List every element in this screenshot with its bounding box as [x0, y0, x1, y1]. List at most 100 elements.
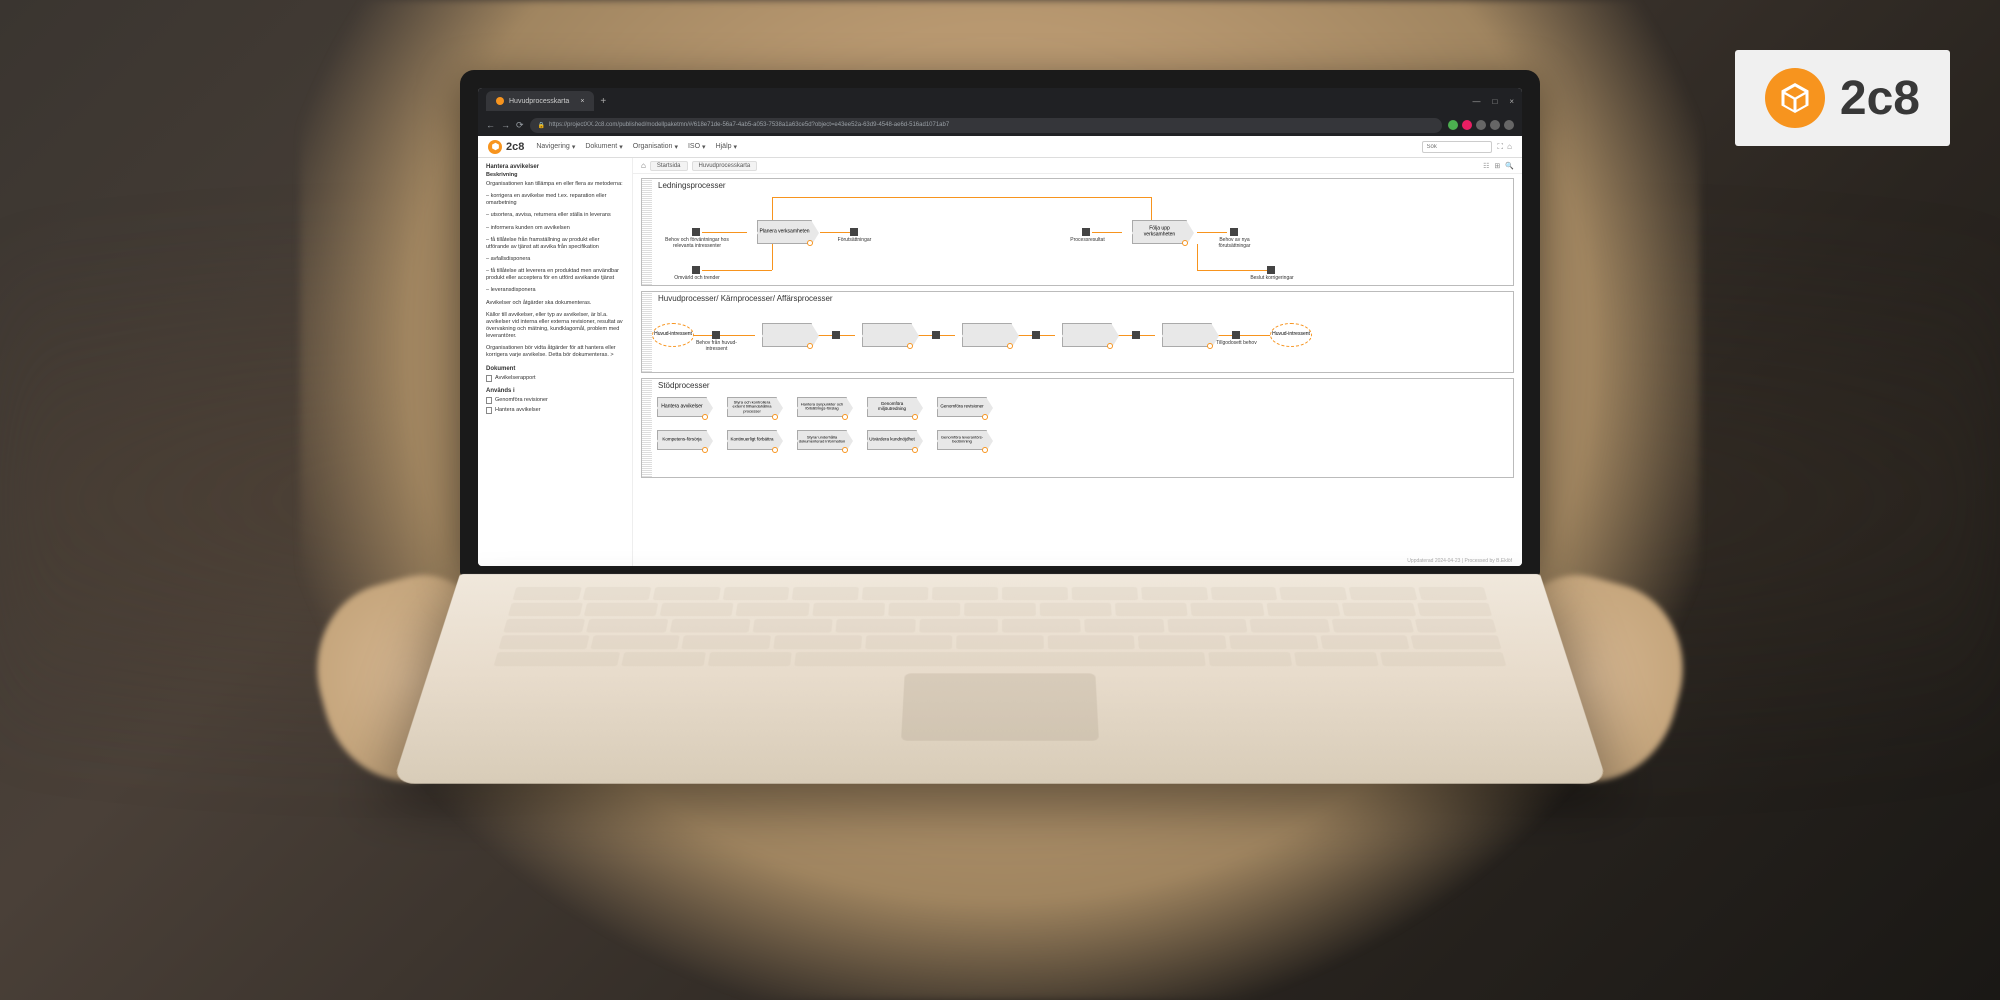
drill-down-icon[interactable]: [702, 414, 708, 420]
process-chevron[interactable]: Utvärdera kundnöjdhet: [867, 430, 917, 450]
node-label: Beslut korrigeringar: [1247, 276, 1297, 282]
app-logo[interactable]: 2c8: [488, 140, 524, 154]
input-node[interactable]: [692, 266, 700, 274]
window-maximize-icon[interactable]: □: [1492, 97, 1497, 106]
process-chevron[interactable]: Planera verksamheten: [757, 220, 812, 244]
search-input[interactable]: [1422, 141, 1492, 153]
nav-reload-icon[interactable]: ⟳: [516, 120, 524, 131]
tool-icon[interactable]: ⊞: [1494, 162, 1500, 170]
nav-back-icon[interactable]: ←: [486, 120, 495, 131]
input-node[interactable]: [1082, 228, 1090, 236]
drill-down-icon[interactable]: [982, 414, 988, 420]
drill-down-icon[interactable]: [807, 343, 813, 349]
drill-down-icon[interactable]: [842, 447, 848, 453]
drill-down-icon[interactable]: [1207, 343, 1213, 349]
process-chevron[interactable]: Kontinuerligt förbättra: [727, 430, 777, 450]
tab-close-icon[interactable]: ×: [580, 98, 584, 105]
home-icon[interactable]: ⌂: [1507, 142, 1512, 152]
process-chevron[interactable]: Styra och kontrollera externt tillhandah…: [727, 397, 777, 417]
node-label: Behov och förväntningar hos relevanta in…: [662, 238, 732, 249]
process-chevron[interactable]: Genomföra leverantörs-bedömning: [937, 430, 987, 450]
input-node[interactable]: [712, 331, 720, 339]
process-chevron[interactable]: Styra/ underhålla dokumenterad informati…: [797, 430, 847, 450]
breadcrumb-item[interactable]: Huvudprocesskarta: [692, 161, 758, 171]
nav-forward-icon[interactable]: →: [501, 120, 510, 131]
ext-icon[interactable]: [1476, 120, 1486, 130]
section-handle-icon[interactable]: [642, 292, 652, 372]
output-node[interactable]: [850, 228, 858, 236]
node-label: Förutsättningar: [827, 238, 882, 244]
nav-dokument[interactable]: Dokument▾: [585, 143, 622, 151]
chevron-down-icon: ▾: [702, 143, 706, 151]
search-icon[interactable]: 🔍: [1505, 162, 1514, 170]
expand-icon[interactable]: ⛶: [1498, 142, 1504, 152]
nav-navigering[interactable]: Navigering▾: [536, 143, 575, 151]
process-chevron[interactable]: [1162, 323, 1212, 347]
output-node[interactable]: [1230, 228, 1238, 236]
sidebar: Hantera avvikelser Beskrivning Organisat…: [478, 158, 633, 566]
connector-node[interactable]: [1132, 331, 1140, 339]
drill-down-icon[interactable]: [982, 447, 988, 453]
drill-down-icon[interactable]: [1182, 240, 1188, 246]
window-close-icon[interactable]: ×: [1509, 97, 1514, 106]
sidebar-bullet: – avfallsdisponera: [486, 256, 624, 263]
sidebar-bullet: – få tillåtelse att leverera en produkta…: [486, 268, 624, 282]
drill-down-icon[interactable]: [1007, 343, 1013, 349]
connector-node[interactable]: [1032, 331, 1040, 339]
window-minimize-icon[interactable]: —: [1472, 97, 1480, 106]
process-chevron[interactable]: Hantera avvikelser: [657, 397, 707, 417]
drill-down-icon[interactable]: [807, 240, 813, 246]
drill-down-icon[interactable]: [1107, 343, 1113, 349]
process-chevron[interactable]: [762, 323, 812, 347]
sidebar-bullet: – få tillåtelse från framställning av pr…: [486, 237, 624, 251]
drill-down-icon[interactable]: [912, 414, 918, 420]
tab-favicon-icon: [496, 97, 504, 105]
download-icon[interactable]: [1490, 120, 1500, 130]
section-stodprocesser[interactable]: Stödprocesser Hantera avvikelser Styra o…: [641, 378, 1514, 478]
section-huvudprocesser[interactable]: Huvudprocesser/ Kärnprocesser/ Affärspro…: [641, 291, 1514, 373]
section-title: Ledningsprocesser: [642, 179, 1513, 192]
process-chevron[interactable]: Kompetens-försörja: [657, 430, 707, 450]
process-chevron[interactable]: Följa upp verksamheten: [1132, 220, 1187, 244]
nav-organisation[interactable]: Organisation▾: [633, 143, 678, 151]
drill-down-icon[interactable]: [907, 343, 913, 349]
output-node[interactable]: [1232, 331, 1240, 339]
connector-node[interactable]: [932, 331, 940, 339]
stakeholder-oval[interactable]: Huvud-intressent: [1270, 323, 1312, 347]
new-tab-button[interactable]: +: [600, 96, 606, 107]
drill-down-icon[interactable]: [912, 447, 918, 453]
brand-badge: 2c8: [1735, 50, 1950, 146]
output-node[interactable]: [1267, 266, 1275, 274]
process-chevron[interactable]: Genomföra miljöutredning: [867, 397, 917, 417]
drill-down-icon[interactable]: [772, 414, 778, 420]
tool-icon[interactable]: ☷: [1483, 162, 1489, 170]
sidebar-used-item[interactable]: Genomföra revisioner: [486, 397, 624, 404]
input-node[interactable]: [692, 228, 700, 236]
breadcrumb-home-icon[interactable]: ⌂: [641, 161, 646, 170]
section-ledningsprocesser[interactable]: Ledningsprocesser: [641, 178, 1514, 286]
sidebar-bullet: – informera kunden om avvikelsen: [486, 225, 624, 232]
ext-icon[interactable]: [1462, 120, 1472, 130]
browser-tab[interactable]: Huvudprocesskarta ×: [486, 91, 594, 111]
drill-down-icon[interactable]: [772, 447, 778, 453]
stakeholder-oval[interactable]: Huvud-intressent: [652, 323, 694, 347]
breadcrumb-item[interactable]: Startsida: [650, 161, 688, 171]
process-chevron[interactable]: [1062, 323, 1112, 347]
connector-node[interactable]: [832, 331, 840, 339]
process-chevron[interactable]: [862, 323, 912, 347]
nav-hjalp[interactable]: Hjälp▾: [716, 143, 737, 151]
ext-icon[interactable]: [1448, 120, 1458, 130]
lock-icon: 🔒: [538, 122, 545, 129]
sidebar-doc-item[interactable]: Avvikelserapport: [486, 375, 624, 382]
sidebar-used-item[interactable]: Hantera avvikelser: [486, 407, 624, 414]
sidebar-bullet: – leveransdisponera: [486, 287, 624, 294]
browser-menu-icon[interactable]: [1504, 120, 1514, 130]
drill-down-icon[interactable]: [842, 414, 848, 420]
address-bar[interactable]: 🔒 https://projectXX.2c8.com/published/mo…: [530, 118, 1442, 133]
nav-iso[interactable]: ISO▾: [688, 143, 706, 151]
process-chevron[interactable]: [962, 323, 1012, 347]
drill-down-icon[interactable]: [702, 447, 708, 453]
diagram-canvas[interactable]: Ledningsprocesser: [633, 174, 1522, 566]
process-chevron[interactable]: Genomföra revisioner: [937, 397, 987, 417]
process-chevron[interactable]: Hantera synpunkter och förbättrings-förs…: [797, 397, 847, 417]
